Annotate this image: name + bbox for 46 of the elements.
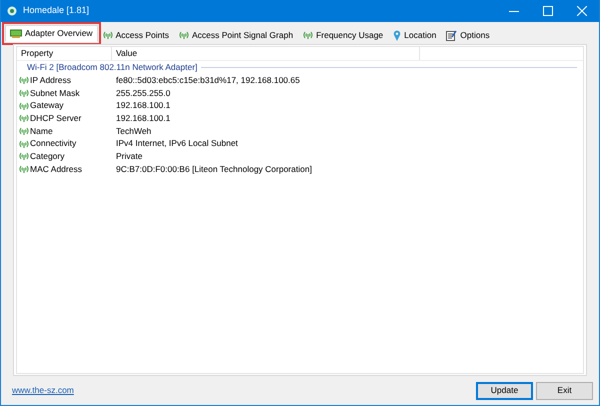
signal-icon — [303, 31, 314, 39]
group-header: Wi-Fi 2 [Broadcom 802.11n Network Adapter] — [27, 61, 198, 74]
property-value: 9C:B7:0D:F0:00:B6 [Liteon Technology Corporation] — [115, 162, 312, 176]
property-name: Category — [30, 150, 64, 163]
column-header[interactable]: Value — [112, 47, 420, 60]
network-card-icon — [10, 29, 22, 38]
tab[interactable]: Adapter Overview — [5, 25, 98, 42]
dialog-button[interactable]: Update — [476, 382, 533, 400]
column-header[interactable]: Property — [17, 47, 112, 60]
property-name: MAC Address — [30, 162, 82, 176]
maximize-icon[interactable] — [543, 6, 553, 16]
options-icon — [446, 30, 458, 40]
property-value: 255.255.255.0 — [115, 86, 170, 100]
tab[interactable]: Access Points — [98, 28, 174, 42]
property-value: Private — [115, 150, 142, 163]
dialog-button[interactable]: Exit — [536, 382, 593, 400]
close-icon[interactable] — [577, 6, 587, 16]
website-link[interactable]: www.the-sz.com — [12, 384, 74, 397]
window-title: Homedale [1.81] — [23, 4, 90, 18]
property-value: fe80::5d03:ebc5:c15e:b31d%17, 192.168.100.65 — [115, 74, 300, 87]
signal-icon — [19, 127, 29, 136]
signal-icon — [19, 140, 29, 148]
property-name: Subnet Mask — [30, 86, 80, 100]
property-value: 192.168.100.1 — [115, 112, 170, 125]
tab[interactable]: Location — [388, 28, 442, 42]
property-value: TechWeh — [115, 124, 152, 138]
tab[interactable]: Frequency Usage — [298, 28, 388, 42]
map-pin-icon — [393, 30, 402, 40]
property-name: Name — [30, 124, 53, 138]
app-icon — [7, 6, 17, 16]
property-value: 192.168.100.1 — [115, 99, 170, 112]
signal-icon — [19, 89, 29, 98]
signal-icon — [102, 31, 113, 39]
signal-icon — [19, 152, 29, 160]
property-value: IPv4 Internet, IPv6 Local Subnet — [115, 137, 238, 150]
tab[interactable]: Options — [441, 28, 495, 42]
property-name: Connectivity — [30, 137, 76, 150]
signal-icon — [178, 31, 189, 39]
signal-icon — [19, 76, 29, 84]
property-name: IP Address — [30, 74, 71, 87]
signal-icon — [19, 102, 29, 110]
signal-icon — [19, 165, 29, 174]
signal-icon — [19, 114, 29, 122]
tab[interactable]: Access Point Signal Graph — [174, 28, 298, 42]
property-name: Gateway — [30, 99, 64, 112]
property-name: DHCP Server — [30, 112, 82, 125]
